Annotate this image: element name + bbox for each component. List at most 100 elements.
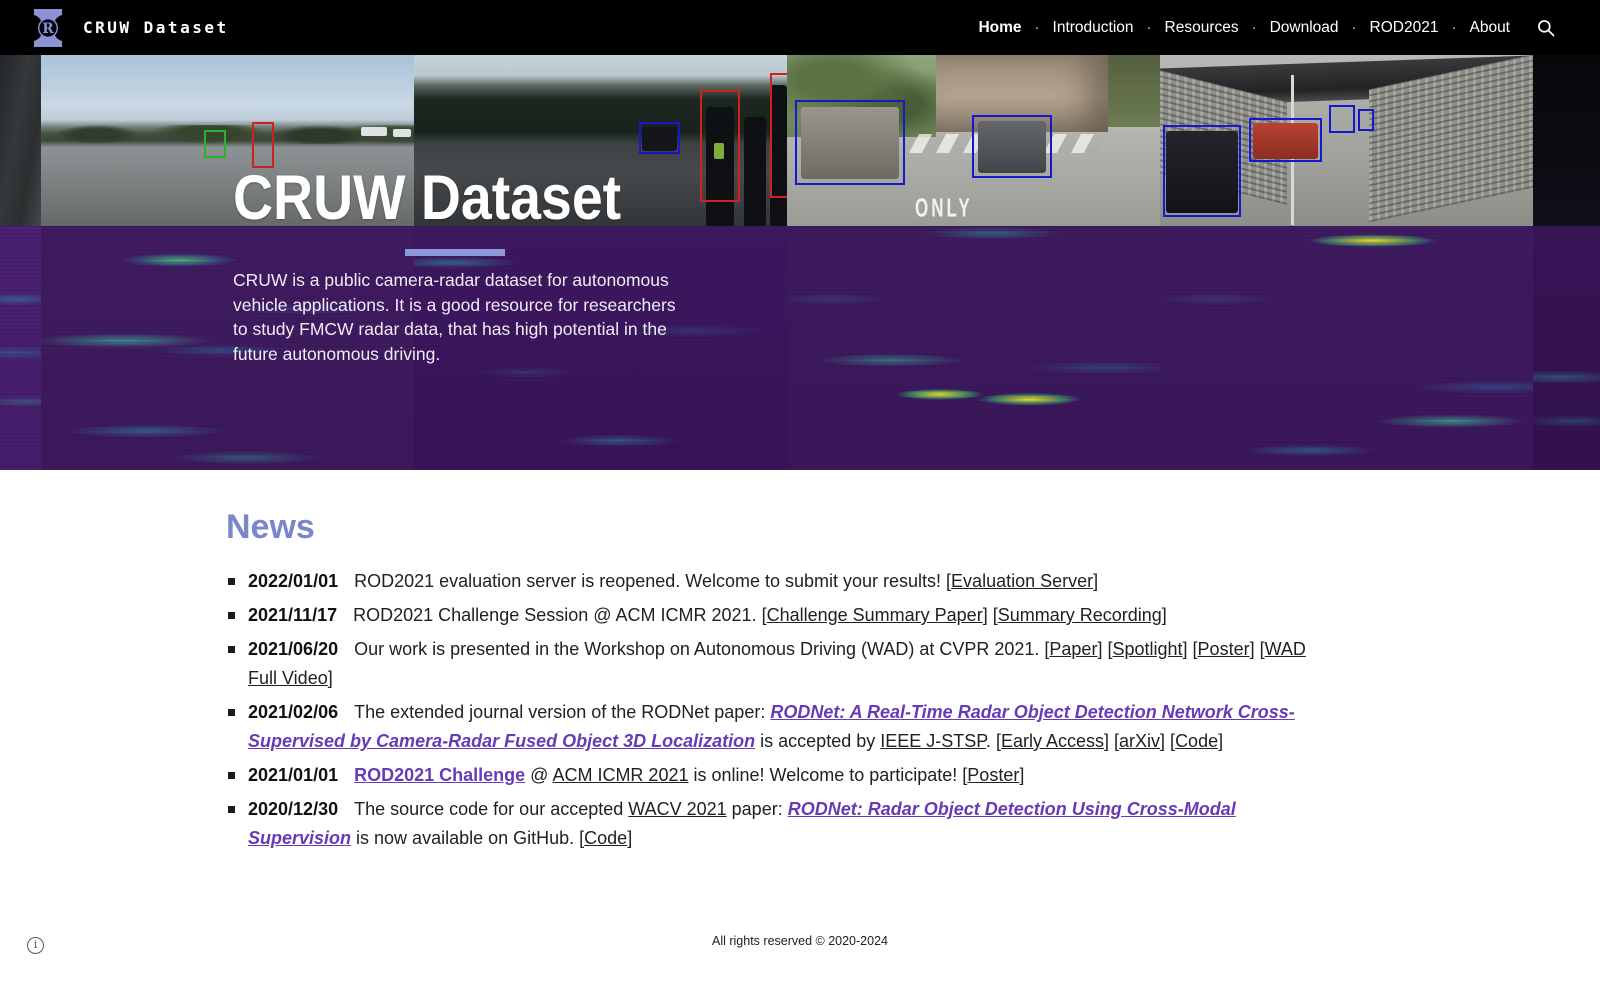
detection-bbox-cyclist [204, 130, 226, 158]
detection-bbox-car [795, 100, 905, 185]
info-icon[interactable]: i [27, 937, 44, 954]
news-text: The source code for our accepted [354, 799, 629, 819]
nav-item-home[interactable]: Home [978, 19, 1021, 37]
news-text: ] [1093, 571, 1099, 591]
site-title: CRUW Dataset [83, 18, 229, 37]
news-text: is now available on GitHub. [ [351, 828, 585, 848]
parked-car [393, 129, 411, 137]
nav-item-about[interactable]: About [1469, 19, 1510, 37]
radar-heatmap-4 [1160, 226, 1533, 470]
nav-item-rod2021[interactable]: ROD2021 [1370, 19, 1439, 37]
pedestrian-silhouette [744, 117, 766, 226]
search-button[interactable] [1536, 18, 1556, 38]
detection-bbox-pedestrian [700, 90, 740, 202]
news-text: ] [ [1182, 639, 1198, 659]
news-link[interactable]: arXiv [1119, 731, 1160, 751]
hero-title: CRUW Dataset [233, 163, 622, 233]
news-item: 2021/06/20 Our work is presented in the W… [226, 635, 1331, 693]
main-content: News 2022/01/01 ROD2021 evaluation server… [0, 470, 1600, 1000]
detection-bbox-car [1249, 118, 1322, 162]
parked-car [361, 127, 387, 136]
news-text: @ [525, 765, 553, 785]
news-text: ] [ [1249, 639, 1265, 659]
news-text: ] [ [982, 605, 998, 625]
hero-banner: ONLY CRUW Dataset CRUW is a public camer… [0, 55, 1600, 470]
news-item: 2021/02/06 The extended journal version o… [226, 698, 1331, 756]
news-link[interactable]: Poster [1198, 639, 1250, 659]
news-heading: News [226, 508, 315, 546]
news-text: Our work is presented in the Workshop on… [354, 639, 1050, 659]
news-date: 2021/02/06 [248, 702, 339, 722]
detection-bbox-car [1358, 109, 1374, 131]
trees [1107, 55, 1160, 127]
camera-panel-underpass [1160, 55, 1533, 226]
nav-menu: Home · Introduction · Resources · Download · ROD… [978, 19, 1510, 37]
nav-separator: · [1351, 19, 1357, 36]
news-text: ] [1019, 765, 1025, 785]
news-link[interactable]: Poster [967, 765, 1019, 785]
tree-line [41, 125, 414, 144]
svg-text:R: R [42, 21, 54, 37]
news-text: ] [ [1104, 731, 1120, 751]
news-text: is online! Welcome to participate! [ [688, 765, 968, 785]
news-date: 2021/01/01 [248, 765, 339, 785]
news-text: ] [ [1160, 731, 1176, 751]
detection-bbox-car [1163, 125, 1241, 217]
news-date: 2022/01/01 [248, 571, 339, 591]
news-text: ROD2021 Challenge Session @ ACM ICMR 202… [353, 605, 767, 625]
cruw-logo-icon: R [34, 8, 62, 47]
news-date: 2021/06/20 [248, 639, 339, 659]
detection-bbox-car [1329, 105, 1355, 133]
news-item: 2021/01/01 ROD2021 Challenge @ ACM ICMR 2… [226, 761, 1331, 790]
nav-separator: · [1034, 19, 1040, 36]
hero-description: CRUW is a public camera-radar dataset fo… [233, 270, 676, 364]
nav-separator: · [1251, 19, 1257, 36]
news-link[interactable]: Code [584, 828, 627, 848]
news-link[interactable]: Challenge Summary Paper [767, 605, 983, 625]
camera-edge-left [0, 55, 41, 226]
news-text: ] [1218, 731, 1224, 751]
news-link[interactable]: Summary Recording [998, 605, 1162, 625]
detection-bbox-pedestrian [770, 73, 787, 198]
detection-bbox-pedestrian [252, 122, 274, 168]
copyright-text: All rights reserved © 2020-2024 [712, 934, 888, 948]
detection-bbox-car [639, 122, 680, 154]
news-text: ] [ [1097, 639, 1113, 659]
radar-edge-left [0, 226, 41, 470]
news-link[interactable]: Early Access [1001, 731, 1104, 751]
news-link[interactable]: WACV 2021 [628, 799, 726, 819]
nav-item-introduction[interactable]: Introduction [1053, 19, 1134, 37]
news-link[interactable]: IEEE J-STSP [880, 731, 986, 751]
nav-item-resources[interactable]: Resources [1165, 19, 1239, 37]
search-icon [1538, 19, 1555, 36]
news-item: 2020/12/30 The source code for our accept… [226, 795, 1331, 853]
radar-heatmap-3 [787, 226, 1160, 470]
nav-separator: · [1146, 19, 1152, 36]
news-text: ] [1161, 605, 1167, 625]
news-text: is accepted by [755, 731, 881, 751]
news-date: 2020/12/30 [248, 799, 339, 819]
news-item: 2021/11/17 ROD2021 Challenge Session @ AC… [226, 601, 1331, 630]
detection-bbox-car [972, 115, 1052, 178]
news-list: 2022/01/01 ROD2021 evaluation server is r… [226, 567, 1331, 853]
news-text: paper: [726, 799, 788, 819]
news-date: 2021/11/17 [248, 605, 338, 625]
news-text: ROD2021 evaluation server is reopened. W… [354, 571, 952, 591]
radar-edge-right [1533, 226, 1600, 470]
news-link[interactable]: Code [1175, 731, 1218, 751]
news-text: ] [627, 828, 633, 848]
camera-edge-right [1533, 55, 1600, 226]
news-text: The extended journal version of the RODN… [354, 702, 771, 722]
news-link[interactable]: ACM ICMR 2021 [552, 765, 688, 785]
road-marking-only: ONLY [915, 194, 973, 223]
news-text: ] [327, 668, 333, 688]
news-link[interactable]: Spotlight [1112, 639, 1182, 659]
news-link[interactable]: Evaluation Server [951, 571, 1093, 591]
news-link[interactable]: ROD2021 Challenge [354, 765, 525, 785]
nav-separator: · [1451, 19, 1457, 36]
news-link[interactable]: Paper [1049, 639, 1097, 659]
news-item: 2022/01/01 ROD2021 evaluation server is r… [226, 567, 1331, 596]
camera-panel-intersection: ONLY [787, 55, 1160, 226]
nav-item-download[interactable]: Download [1270, 19, 1339, 37]
hero-divider [405, 249, 505, 256]
